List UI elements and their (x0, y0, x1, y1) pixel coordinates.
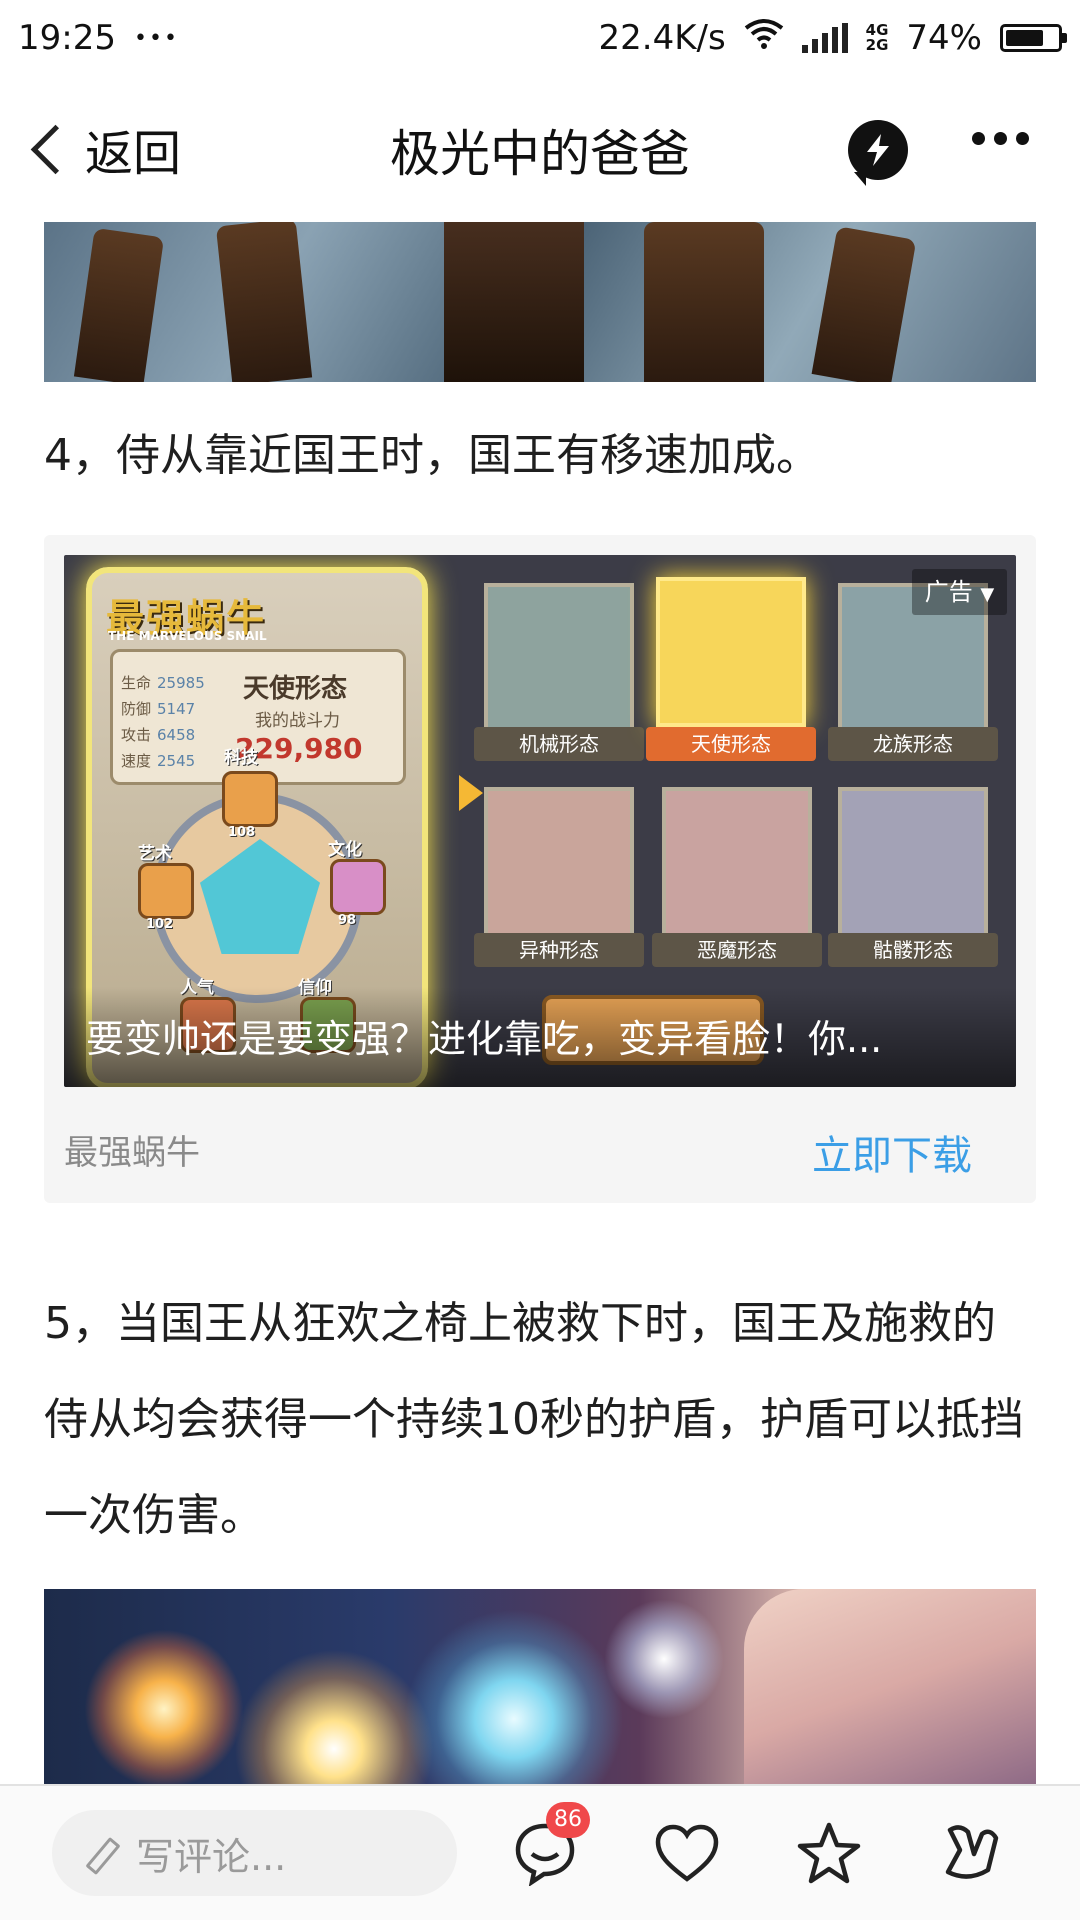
status-bar: 19:25 ••• 22.4K/s 4G 2G 74% (0, 0, 1080, 76)
pen-icon (82, 1835, 118, 1871)
ad-tag[interactable]: 广告 ▼ (912, 569, 1007, 615)
form-label: 恶魔形态 (652, 933, 822, 967)
firework-burst (604, 1599, 724, 1719)
chevron-down-icon: ▼ (980, 584, 995, 605)
image-figure-leg (73, 227, 165, 382)
share-icon (945, 1825, 999, 1879)
bottom-action-bar: 写评论... 86 (0, 1784, 1080, 1920)
dot-icon (972, 132, 985, 145)
stat-row: 防御 5147 (121, 700, 196, 718)
star-icon (797, 1822, 861, 1884)
image-figure-body (444, 222, 584, 382)
form-cell-locked (838, 787, 988, 937)
dot-icon (994, 132, 1007, 145)
ad-card[interactable]: 最强蜗牛 THE MARVELOUS SNAIL 生命 25985 防御 5147 … (44, 535, 1036, 1203)
skill-badge (330, 859, 386, 915)
skill-value: 102 (146, 917, 174, 932)
favorite-button[interactable] (786, 1810, 872, 1896)
form-label: 龙族形态 (828, 727, 998, 761)
signal-icon (801, 23, 848, 53)
form-cell (484, 787, 634, 937)
image-figure-leg (811, 226, 917, 382)
firework-burst (84, 1629, 244, 1785)
stat-panel: 生命 25985 防御 5147 攻击 6458 速度 2545 天使形态 我的战斗力 … (110, 649, 406, 785)
ad-image[interactable]: 最强蜗牛 THE MARVELOUS SNAIL 生命 25985 防御 5147 … (64, 555, 1016, 1087)
skill-label: 艺术 (138, 844, 172, 864)
form-label: 异种形态 (474, 933, 644, 967)
nav-bar: 返回 极光中的爸爸 (0, 76, 1080, 218)
skill-value: 108 (228, 825, 256, 840)
wifi-icon (744, 18, 784, 59)
like-button[interactable] (644, 1810, 730, 1896)
skill-badge (138, 863, 194, 919)
download-button[interactable]: 立即下载 (812, 1123, 972, 1181)
more-options-button[interactable] (972, 132, 1029, 145)
stat-list: 生命 25985 防御 5147 攻击 6458 速度 2545 (121, 670, 205, 774)
ad-caption: 要变帅还是要变强？进化靠吃，变异看脸！你... (86, 1017, 883, 1061)
image-figure-leg (215, 222, 313, 382)
battery-icon (1000, 24, 1067, 52)
article-paragraph-4: 4，侍从靠近国王时，国王有移速加成。 (44, 430, 820, 481)
image-character (744, 1589, 1036, 1785)
lightning-icon (867, 134, 889, 166)
article-paragraph-5: 5，当国王从狂欢之椅上被救下时，国王及施救的侍从均会获得一个持续10秒的护盾，护… (44, 1298, 1024, 1541)
form-label: 机械形态 (474, 727, 644, 761)
comment-input[interactable]: 写评论... (52, 1810, 457, 1896)
skill-badge (222, 771, 278, 827)
chevron-left-icon (30, 124, 81, 174)
status-menu-dots: ••• (133, 25, 179, 51)
form-cell (662, 787, 812, 937)
form-label-selected: 天使形态 (646, 727, 816, 761)
selector-arrow-icon (459, 775, 483, 811)
form-label: 骷髅形态 (828, 933, 998, 967)
ad-tag-label: 广告 (924, 578, 973, 606)
comments-button[interactable]: 86 (502, 1802, 590, 1896)
ad-caption-overlay: 要变帅还是要变强？进化靠吃，变异看脸！你... (64, 987, 1016, 1087)
network-speed: 22.4K/s (598, 18, 726, 58)
battery-percent: 74% (906, 18, 982, 58)
form-cell (484, 583, 634, 733)
skill-label: 科技 (224, 748, 258, 768)
form-title: 天使形态 (243, 674, 348, 704)
article-image-top[interactable] (44, 222, 1036, 382)
firework-burst (404, 1609, 624, 1785)
network-type: 4G 2G (866, 23, 889, 53)
ad-source: 最强蜗牛 (64, 1133, 200, 1173)
stat-row: 生命 25985 (121, 674, 205, 692)
image-figure-leg (644, 222, 764, 382)
status-time: 19:25 (18, 18, 116, 58)
comment-count-badge: 86 (546, 1802, 590, 1838)
stat-row: 速度 2545 (121, 752, 196, 770)
skill-pentagon (200, 839, 320, 954)
form-cell-selected (656, 577, 806, 727)
dot-icon (1016, 132, 1029, 145)
back-button[interactable]: 返回 (20, 114, 181, 184)
skill-value: 98 (338, 913, 357, 928)
comment-placeholder: 写评论... (136, 1834, 287, 1879)
game-logo-subtitle: THE MARVELOUS SNAIL (108, 629, 267, 643)
stat-row: 攻击 6458 (121, 726, 196, 744)
skill-label: 文化 (328, 840, 362, 860)
power-label: 我的战斗力 (255, 711, 340, 731)
article-image-bottom[interactable] (44, 1589, 1036, 1785)
battery-fill (1006, 30, 1043, 46)
lightning-chat-button[interactable] (848, 120, 908, 186)
ad-footer: 最强蜗牛 立即下载 (64, 1115, 1016, 1179)
net-2g-label: 2G (865, 36, 889, 54)
back-label: 返回 (85, 126, 182, 182)
heart-icon (655, 1824, 719, 1882)
share-button[interactable] (928, 1810, 1014, 1896)
